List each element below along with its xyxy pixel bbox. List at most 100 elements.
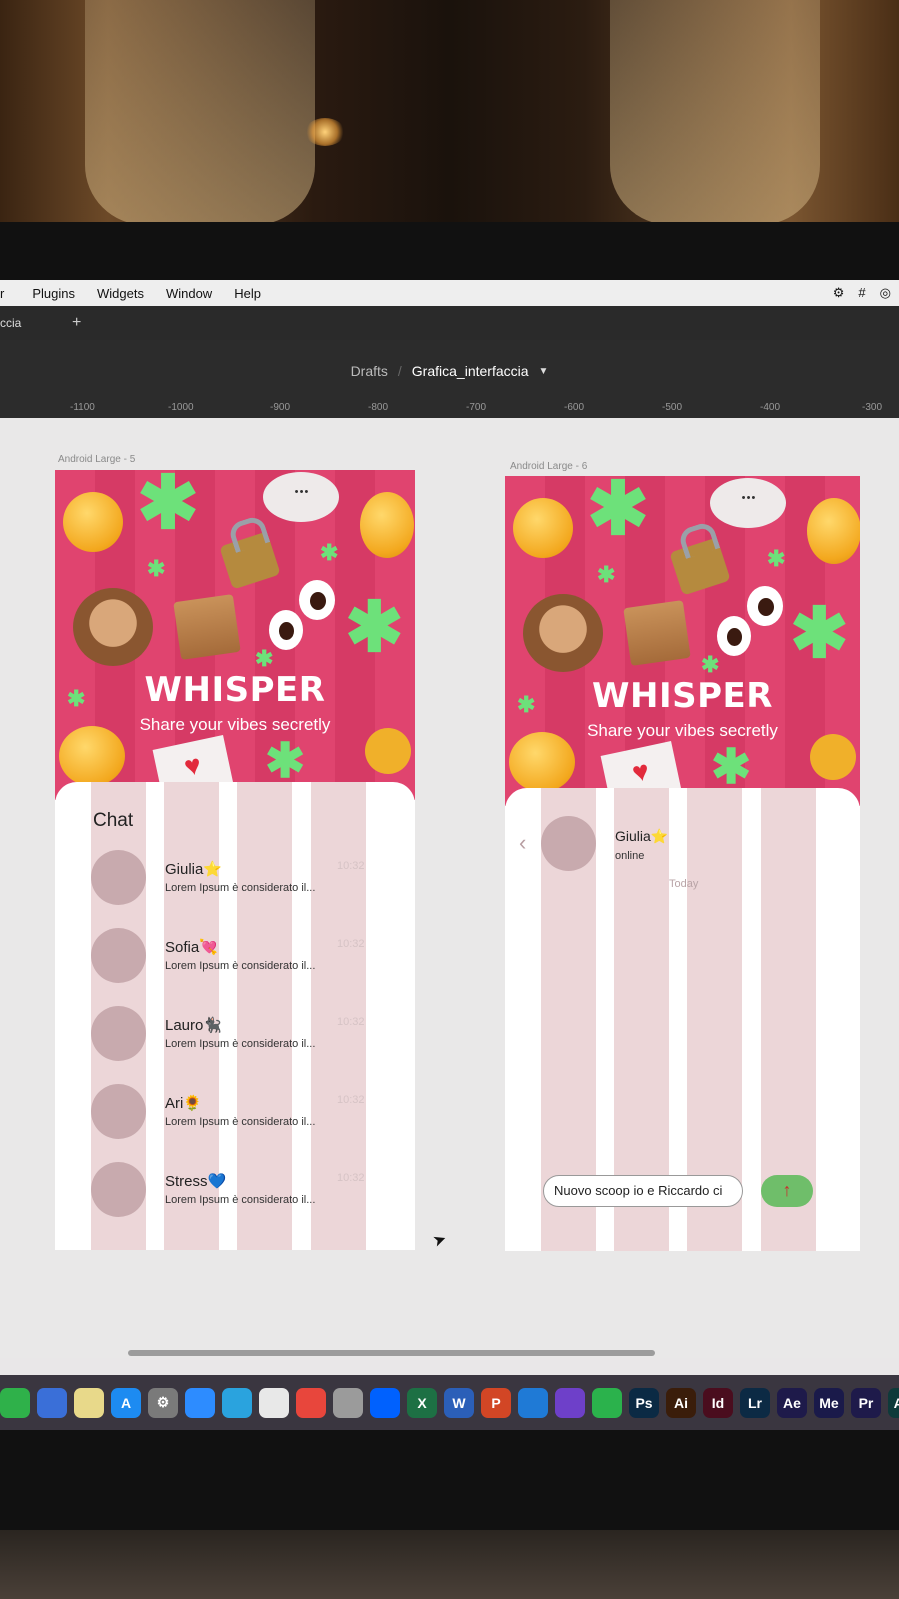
zipper-mouth-icon	[807, 498, 860, 564]
speech-bubble-icon	[263, 472, 339, 522]
padlock-icon	[219, 531, 281, 590]
frame-chat-list[interactable]: ✱ ✱ ✱ ✱ ✱ ✱ WHISPER Share your vibes sec…	[55, 470, 415, 1250]
telegram-icon[interactable]	[222, 1387, 252, 1418]
contact-name: Giulia⭐	[615, 828, 669, 844]
photo-scene: r Plugins Widgets Window Help ⚙ # ◎ ccia…	[0, 0, 899, 1599]
ruler-tick: -1100	[70, 402, 95, 413]
dropbox-icon[interactable]	[370, 1387, 400, 1418]
ruler-tick: -500	[662, 402, 683, 413]
sparkle-icon: ✱	[137, 470, 200, 544]
system-settings-icon[interactable]: ⚙	[148, 1387, 178, 1418]
whatsapp-icon[interactable]	[333, 1387, 363, 1418]
lightroom-icon[interactable]: Lr	[740, 1387, 770, 1418]
hero-banner: ✱ ✱ ✱ ✱ ✱ ✱ WHISPER Share your vibes sec…	[55, 470, 415, 800]
premiere-icon[interactable]: Pr	[851, 1387, 881, 1418]
back-arrow-icon[interactable]: ‹	[519, 830, 526, 856]
audition-icon[interactable]: Au	[888, 1387, 899, 1418]
avatar	[91, 928, 146, 983]
menu-item-widgets[interactable]: Widgets	[97, 286, 144, 301]
tray-status-icon[interactable]: ⚙	[833, 285, 845, 301]
file-tab[interactable]: ccia	[0, 316, 60, 330]
menu-item-cut[interactable]: r	[0, 286, 4, 301]
horizontal-ruler: -1100 -1000 -900 -800 -700 -600 -500 -40…	[0, 402, 899, 418]
tray-extra-icon[interactable]: ◎	[880, 285, 891, 301]
new-tab-button[interactable]: +	[72, 314, 81, 332]
eyes-icon	[269, 610, 303, 650]
dock: A⚙XWPPsAiIdLrAeMePrAuXd	[0, 1375, 899, 1430]
ruler-tick: -700	[466, 402, 487, 413]
numbers-icon[interactable]	[0, 1387, 30, 1418]
ruler-tick: -300	[862, 402, 883, 413]
tab-bar: ccia +	[0, 306, 899, 340]
ruler-tick: -800	[368, 402, 389, 413]
contact-name: Giulia⭐	[165, 861, 223, 878]
figma-tray-icon[interactable]: #	[858, 285, 865, 301]
chat-list-item[interactable]: Giulia⭐ Lorem Ipsum è considerato il... …	[91, 850, 381, 910]
feedly-icon[interactable]	[592, 1387, 622, 1418]
sparkle-icon: ✱	[597, 562, 616, 587]
chat-list-item[interactable]: Stress💙 Lorem Ipsum è considerato il... …	[91, 1162, 381, 1222]
sparkle-icon: ✱	[587, 476, 650, 550]
illustrator-icon[interactable]: Ai	[666, 1387, 696, 1418]
contact-name: Ari🌻	[165, 1095, 203, 1112]
sparkle-icon: ✱	[701, 652, 720, 677]
keynote-icon[interactable]	[37, 1387, 67, 1418]
sparkle-icon: ✱	[345, 588, 404, 666]
eyes-icon	[747, 586, 783, 626]
contact-name: Sofia💘	[165, 939, 218, 956]
chat-list-item[interactable]: Sofia💘 Lorem Ipsum è considerato il... 1…	[91, 928, 381, 988]
chat-list-panel: Chat Giulia⭐ Lorem Ipsum è considerato i…	[55, 782, 415, 1250]
contact-status: online	[615, 850, 645, 862]
scroll-icon	[173, 594, 241, 660]
see-no-evil-monkey-icon	[523, 594, 603, 672]
avatar	[91, 1084, 146, 1139]
powerpoint-icon[interactable]: P	[481, 1387, 511, 1418]
notes-icon[interactable]	[74, 1387, 104, 1418]
frame-conversation[interactable]: ✱ ✱ ✱ ✱ ✱ ✱ WHISPER Share your vibes sec…	[505, 476, 860, 1251]
word-icon[interactable]: W	[444, 1387, 474, 1418]
indesign-icon[interactable]: Id	[703, 1387, 733, 1418]
menu-tray: ⚙ # ◎	[833, 285, 891, 301]
laptop-screen: r Plugins Widgets Window Help ⚙ # ◎ ccia…	[0, 280, 899, 1430]
app-store-icon[interactable]: A	[111, 1387, 141, 1418]
excel-icon[interactable]: X	[407, 1387, 437, 1418]
creative-cloud-icon[interactable]	[296, 1387, 326, 1418]
avatar	[541, 816, 596, 871]
mouse-cursor-icon: ➤	[430, 1230, 450, 1251]
send-button[interactable]: ↑	[761, 1175, 813, 1207]
menu-item-window[interactable]: Window	[166, 286, 212, 301]
breadcrumb-file-name[interactable]: Grafica_interfaccia	[412, 363, 529, 379]
github-icon[interactable]	[555, 1387, 585, 1418]
design-canvas[interactable]: Android Large - 5 Android Large - 6 ✱ ✱ …	[0, 418, 899, 1358]
frame-label[interactable]: Android Large - 6	[510, 461, 587, 472]
app-title: WHISPER	[592, 676, 773, 716]
message-time: 10:32	[337, 1016, 365, 1028]
media-encoder-icon[interactable]: Me	[814, 1387, 844, 1418]
avatar	[91, 850, 146, 905]
speech-bubble-icon	[710, 478, 786, 528]
breadcrumb-drafts[interactable]: Drafts	[351, 363, 388, 379]
menu-item-plugins[interactable]: Plugins	[32, 286, 75, 301]
chat-list-item[interactable]: Lauro🐈‍⬛ Lorem Ipsum è considerato il...…	[91, 1006, 381, 1066]
photoshop-icon[interactable]: Ps	[629, 1387, 659, 1418]
message-input[interactable]: Nuovo scoop io e Riccardo ci	[543, 1175, 743, 1207]
message-preview: Lorem Ipsum è considerato il...	[165, 1116, 316, 1128]
zoom-icon[interactable]	[185, 1387, 215, 1418]
chevron-down-icon[interactable]: ▼	[539, 366, 549, 377]
ruler-tick: -900	[270, 402, 291, 413]
horizontal-scrollbar[interactable]	[128, 1350, 655, 1356]
chat-heading: Chat	[93, 810, 134, 831]
scroll-icon	[623, 600, 691, 666]
day-divider: Today	[669, 878, 699, 890]
message-preview: Lorem Ipsum è considerato il...	[165, 882, 316, 894]
onedrive-icon[interactable]	[259, 1387, 289, 1418]
menu-item-help[interactable]: Help	[234, 286, 261, 301]
vscode-icon[interactable]	[518, 1387, 548, 1418]
hero-banner: ✱ ✱ ✱ ✱ ✱ ✱ WHISPER Share your vibes sec…	[505, 476, 860, 806]
frame-label[interactable]: Android Large - 5	[58, 454, 135, 465]
avatar	[91, 1162, 146, 1217]
chat-list-item[interactable]: Ari🌻 Lorem Ipsum è considerato il... 10:…	[91, 1084, 381, 1144]
fearful-face-icon	[59, 726, 125, 786]
sparkle-icon: ✱	[711, 741, 752, 794]
after-effects-icon[interactable]: Ae	[777, 1387, 807, 1418]
